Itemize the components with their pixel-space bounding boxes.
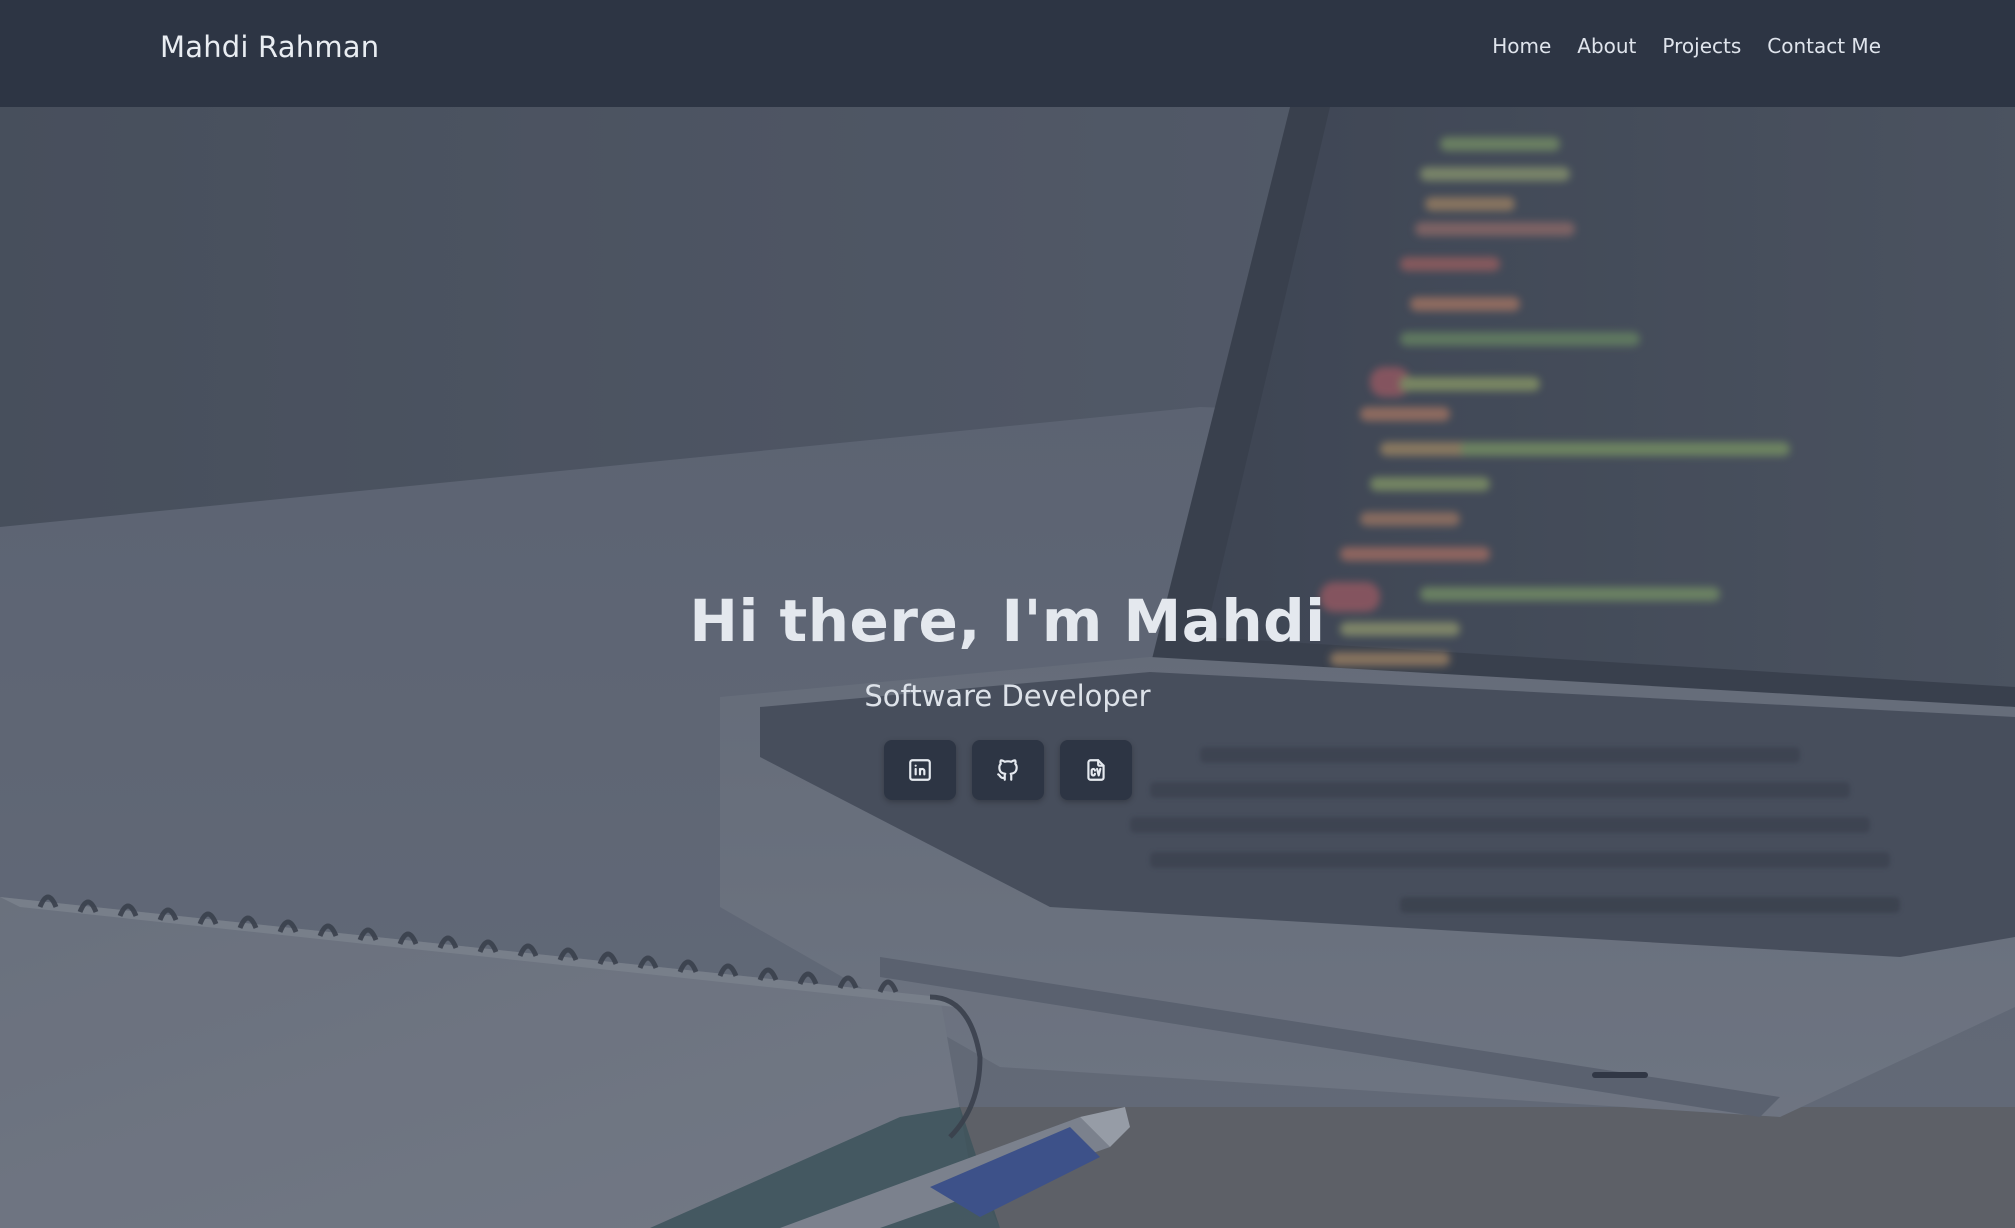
hero-social-buttons <box>0 740 2015 800</box>
hero-section: Hi there, I'm Mahdi Software Developer <box>0 107 2015 1228</box>
hero-title: Hi there, I'm Mahdi <box>689 587 1326 655</box>
github-button[interactable] <box>971 740 1044 800</box>
linkedin-icon <box>908 759 931 781</box>
brand-logo[interactable]: Mahdi Rahman <box>160 30 379 64</box>
page: Mahdi Rahman Home About Projects Contact… <box>0 0 2015 1228</box>
nav-link-home[interactable]: Home <box>1492 34 1551 58</box>
navbar: Mahdi Rahman Home About Projects Contact… <box>0 0 2015 107</box>
github-icon <box>996 759 1018 781</box>
linkedin-button[interactable] <box>883 740 956 800</box>
hero-subtitle: Software Developer <box>864 679 1151 713</box>
cv-document-icon <box>1086 759 1105 781</box>
resume-button[interactable] <box>1059 740 1132 800</box>
hero-content: Hi there, I'm Mahdi Software Developer <box>0 587 2015 800</box>
nav-link-about[interactable]: About <box>1577 34 1636 58</box>
nav-link-projects[interactable]: Projects <box>1662 34 1741 58</box>
nav-link-contact[interactable]: Contact Me <box>1767 34 1881 58</box>
nav-links: Home About Projects Contact Me <box>1492 34 1881 58</box>
